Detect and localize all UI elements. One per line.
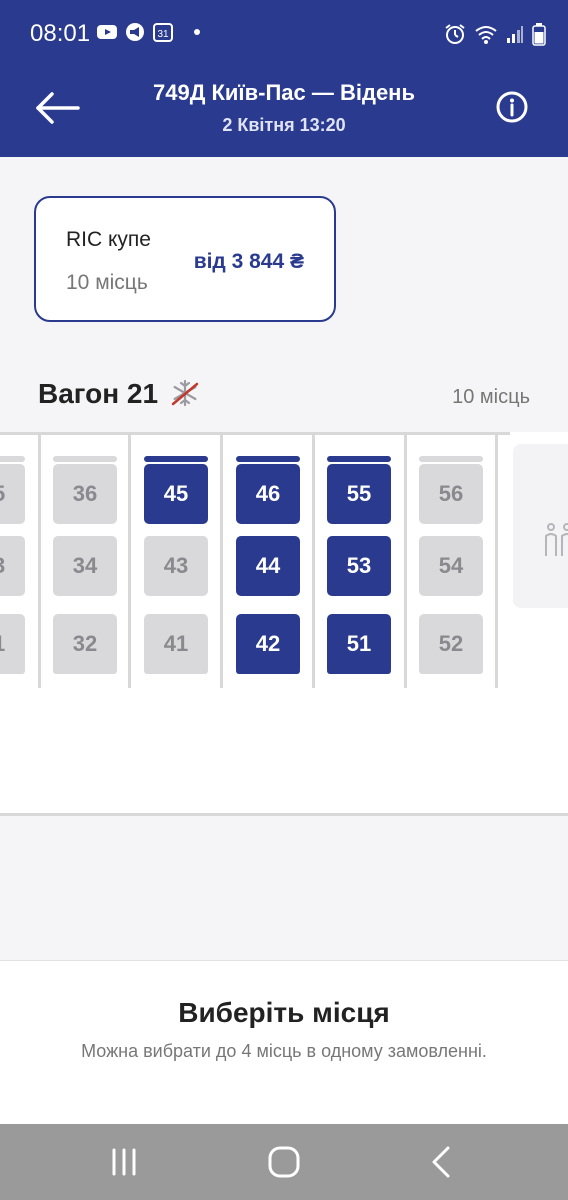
seat-34: 34 xyxy=(53,536,117,596)
berth-bar-top xyxy=(236,456,300,462)
battery-icon xyxy=(532,23,546,46)
selection-title: Виберіть місця xyxy=(178,997,390,1028)
berth-bar-top xyxy=(0,456,25,462)
info-icon[interactable] xyxy=(496,91,528,123)
seat-33: 33 xyxy=(0,536,25,596)
restroom-icon xyxy=(545,523,568,556)
megaphone-icon xyxy=(126,23,144,41)
class-card-ric-coupe[interactable]: RIC купе 10 місць від 3 844 ₴ xyxy=(34,196,336,322)
berth-bar-top xyxy=(419,456,483,462)
back-icon[interactable] xyxy=(422,1144,462,1180)
selection-hint: Можна вибрати до 4 місць в одному замовл… xyxy=(81,1041,487,1061)
seat-54: 54 xyxy=(419,536,483,596)
page-title: 749Д Київ-Пас — Відень xyxy=(152,80,415,105)
seat-52: 52 xyxy=(419,614,483,674)
berth-bar-top xyxy=(144,456,208,462)
seat-32: 32 xyxy=(53,614,117,674)
compartment-divider xyxy=(312,432,315,688)
seat-map: 35 33 31 36 34 32 45 43 41 46 44 42 55 53 51 56 54 52 xyxy=(0,432,568,816)
signal-icon xyxy=(507,26,523,43)
compartment-divider xyxy=(404,432,407,688)
class-name: RIC купе xyxy=(66,228,151,251)
calendar-icon: 31 xyxy=(153,23,173,42)
class-seats: 10 місць xyxy=(66,271,148,294)
restroom-area xyxy=(513,444,568,608)
seat-41: 41 xyxy=(144,614,208,674)
seat-44[interactable]: 44 xyxy=(236,536,300,596)
wagon-title: Вагон 21 xyxy=(38,378,159,409)
berth-bar-top xyxy=(53,456,117,462)
berth-bar-top xyxy=(327,456,391,462)
selection-panel: Виберіть місця Можна вибрати до 4 місць … xyxy=(0,960,568,1124)
class-price: від 3 844 ₴ xyxy=(193,250,304,273)
recent-apps-icon[interactable] xyxy=(104,1144,144,1180)
system-nav-bar xyxy=(0,1124,568,1200)
seat-35: 35 xyxy=(0,464,25,524)
seat-43: 43 xyxy=(144,536,208,596)
status-bar: 08:01 31 xyxy=(0,0,568,68)
youtube-icon xyxy=(97,25,117,39)
status-right-icons xyxy=(444,22,546,46)
dot-icon xyxy=(194,29,200,35)
seat-56: 56 xyxy=(419,464,483,524)
wifi-icon xyxy=(475,26,497,44)
seat-55[interactable]: 55 xyxy=(327,464,391,524)
alarm-icon xyxy=(445,24,465,44)
seat-31: 31 xyxy=(0,614,25,674)
page-subtitle: 2 Квітня 13:20 xyxy=(222,115,346,135)
status-time: 08:01 xyxy=(30,20,91,47)
compartment-divider xyxy=(220,432,223,688)
wagon-seat-count: 10 місць xyxy=(452,386,530,408)
seat-36: 36 xyxy=(53,464,117,524)
seat-51[interactable]: 51 xyxy=(327,614,391,674)
seat-42[interactable]: 42 xyxy=(236,614,300,674)
app-header: 749Д Київ-Пас — Відень 2 Квітня 13:20 xyxy=(0,68,568,157)
compartment-divider xyxy=(38,432,41,688)
compartment-divider xyxy=(128,432,131,688)
calendar-day: 31 xyxy=(157,29,169,40)
seat-53[interactable]: 53 xyxy=(327,536,391,596)
status-left-icons: 31 xyxy=(96,22,200,42)
compartment-divider xyxy=(495,432,498,688)
seat-45[interactable]: 45 xyxy=(144,464,208,524)
home-icon[interactable] xyxy=(264,1144,304,1180)
no-ac-icon xyxy=(171,379,199,407)
seat-46[interactable]: 46 xyxy=(236,464,300,524)
seat-map-top-line xyxy=(0,432,510,435)
